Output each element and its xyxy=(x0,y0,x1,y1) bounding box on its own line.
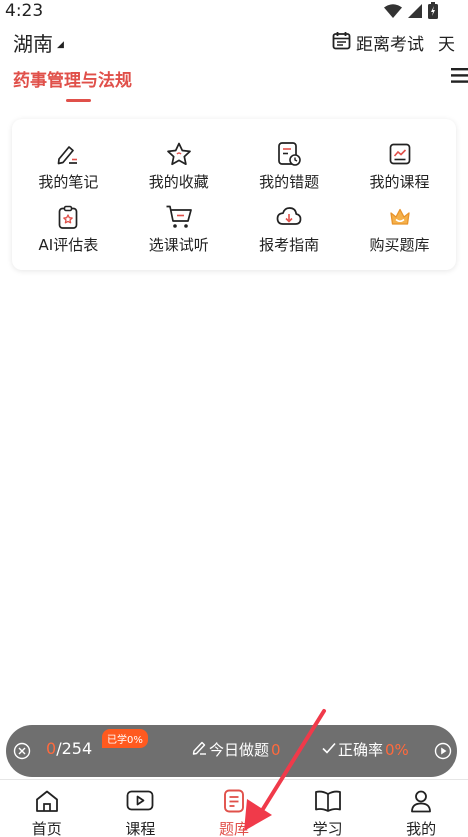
nav-home[interactable]: 首页 xyxy=(0,780,94,837)
subject-underline xyxy=(66,99,91,102)
play-circle-icon[interactable] xyxy=(434,742,452,764)
quick-item-wrong-questions[interactable]: 我的错题 xyxy=(235,141,343,204)
crown-icon xyxy=(388,204,412,230)
home-icon xyxy=(34,789,60,817)
quick-item-buy-question-bank[interactable]: 购买题库 xyxy=(346,204,454,267)
quick-item-label: 我的笔记 xyxy=(38,173,99,191)
menu-icon[interactable] xyxy=(451,68,468,87)
course-icon xyxy=(388,141,412,167)
progress-current: 0 xyxy=(46,739,57,758)
header: 湖南 ◢ 距离考试 天 xyxy=(0,26,468,56)
quick-item-label: AI评估表 xyxy=(38,236,99,254)
wrong-questions-icon xyxy=(276,141,302,167)
star-icon xyxy=(166,141,192,167)
calendar-icon xyxy=(332,31,351,55)
battery-icon xyxy=(428,2,438,23)
quick-item-exam-guide[interactable]: 报考指南 xyxy=(235,204,343,267)
practice-progress-bar[interactable]: 0/254 已学0% 今日做题 0 正确率 0% xyxy=(6,725,457,777)
quick-item-trial-course[interactable]: 选课试听 xyxy=(125,204,233,267)
quick-item-notes[interactable]: 我的笔记 xyxy=(14,141,122,204)
quick-item-label: 购买题库 xyxy=(369,236,430,254)
quick-item-ai-assessment[interactable]: AI评估表 xyxy=(14,204,122,267)
status-bar: 4:23 xyxy=(0,0,468,24)
accuracy: 正确率 0% xyxy=(322,739,409,760)
quick-item-label: 我的收藏 xyxy=(148,173,209,191)
status-icons xyxy=(384,2,438,23)
quick-item-label: 报考指南 xyxy=(259,236,320,254)
bottom-nav: 首页 课程 题库 学习 我的 xyxy=(0,779,468,837)
progress-total: /254 xyxy=(56,739,93,758)
status-time: 4:23 xyxy=(5,1,44,21)
exam-countdown-label: 距离考试 xyxy=(356,35,424,55)
clipboard-icon xyxy=(56,204,80,230)
quick-access-card: 我的笔记 我的收藏 我的错题 我的课程 AI评估表 选课试听 报考指南 购买题库 xyxy=(12,119,456,270)
play-icon xyxy=(126,789,154,817)
quick-item-label: 我的错题 xyxy=(259,173,320,191)
cart-icon xyxy=(165,204,193,230)
subject-title[interactable]: 药事管理与法规 xyxy=(13,66,132,91)
wifi-icon xyxy=(384,3,402,22)
learned-badge: 已学0% xyxy=(102,729,148,748)
profile-icon xyxy=(409,789,433,817)
nav-label: 我的 xyxy=(406,820,437,837)
region-selector[interactable]: 湖南 ◢ xyxy=(13,28,64,57)
nav-profile[interactable]: 我的 xyxy=(374,780,468,837)
exam-days-suffix: 天 xyxy=(438,35,455,55)
progress-count: 0/254 xyxy=(46,739,92,758)
cloud-download-icon xyxy=(276,204,302,230)
quick-access-grid: 我的笔记 我的收藏 我的错题 我的课程 AI评估表 选课试听 报考指南 购买题库 xyxy=(12,141,456,267)
caret-down-icon: ◢ xyxy=(57,39,64,50)
signal-icon xyxy=(408,3,422,22)
nav-courses[interactable]: 课程 xyxy=(94,780,188,837)
exam-countdown[interactable]: 距离考试 天 xyxy=(332,30,455,55)
accuracy-value: 0% xyxy=(385,740,409,759)
pencil-note-icon xyxy=(56,141,80,167)
pencil-icon xyxy=(192,740,207,759)
region-label: 湖南 xyxy=(13,32,53,56)
nav-label: 首页 xyxy=(31,820,62,837)
quick-item-favorites[interactable]: 我的收藏 xyxy=(125,141,233,204)
close-circle-icon[interactable] xyxy=(13,742,31,764)
accuracy-label: 正确率 xyxy=(338,741,384,759)
nav-label: 课程 xyxy=(125,820,156,837)
quick-item-label: 我的课程 xyxy=(369,173,430,191)
quick-item-courses[interactable]: 我的课程 xyxy=(346,141,454,204)
red-pointer-arrow-icon xyxy=(236,705,331,837)
quick-item-label: 选课试听 xyxy=(148,236,209,254)
